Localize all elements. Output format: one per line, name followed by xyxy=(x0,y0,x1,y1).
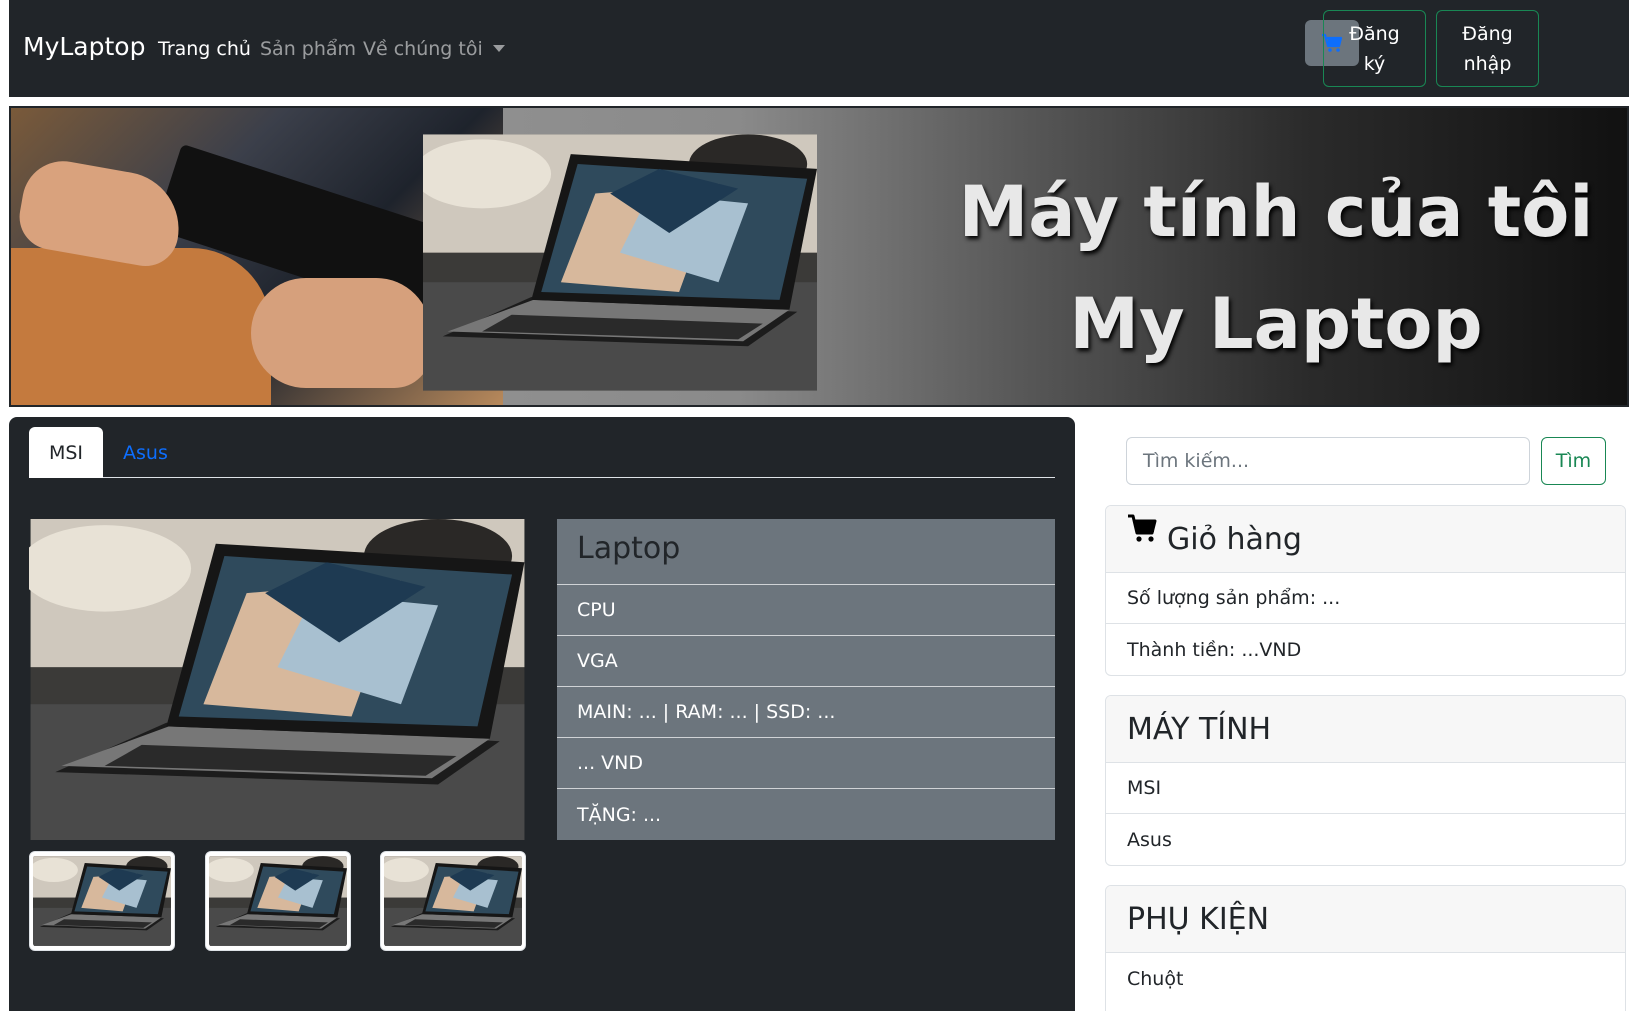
banner-line-1: Máy tính của tôi xyxy=(958,171,1594,253)
spec-gift: TẶNG: ... xyxy=(577,803,662,826)
banner-headline: Máy tính của tôi My Laptop xyxy=(931,156,1621,380)
product-thumbnail[interactable] xyxy=(29,851,175,951)
accessories-title: PHỤ KIỆN xyxy=(1106,886,1625,953)
computers-card: MÁY TÍNH MSI Asus xyxy=(1105,695,1626,866)
banner-laptop-image xyxy=(423,128,817,397)
cart-icon xyxy=(1128,514,1157,542)
product-thumbnail[interactable] xyxy=(380,851,526,951)
computers-title: MÁY TÍNH xyxy=(1106,696,1625,763)
hero-banner: Máy tính của tôi My Laptop xyxy=(9,106,1629,407)
nav-link-products[interactable]: Sản phẩm xyxy=(260,38,356,60)
search-input[interactable]: Tìm kiếm... xyxy=(1126,437,1530,485)
brand-tabs: MSI Asus xyxy=(29,427,1055,478)
cart-quantity: Số lượng sản phẩm: ... xyxy=(1106,573,1625,624)
spec-vga: VGA xyxy=(557,636,1055,687)
computers-item-msi[interactable]: MSI xyxy=(1106,763,1625,814)
login-button[interactable]: Đăng nhập xyxy=(1436,10,1539,87)
cart-title: Giỏ hàng xyxy=(1167,521,1302,557)
cart-total: Thành tiền: ...VND xyxy=(1127,638,1302,661)
spec-cpu: CPU xyxy=(557,585,1055,636)
nav-link-home[interactable]: Trang chủ xyxy=(158,38,251,60)
product-info-list: Laptop CPU VGA MAIN: ... | RAM: ... | SS… xyxy=(557,519,1055,840)
brand-logo[interactable]: MyLaptop xyxy=(23,32,145,61)
accessories-item-mouse[interactable]: Chuột xyxy=(1106,953,1625,1004)
computers-item-asus[interactable]: Asus xyxy=(1106,814,1625,865)
chevron-down-icon xyxy=(492,45,505,52)
register-button[interactable]: Đăng ký xyxy=(1323,10,1426,87)
product-thumbnail[interactable] xyxy=(205,851,351,951)
cart-card: Giỏ hàng Số lượng sản phẩm: ... Thành ti… xyxy=(1105,505,1626,676)
accessories-card: PHỤ KIỆN Chuột xyxy=(1105,885,1626,1011)
banner-line-2: My Laptop xyxy=(1069,283,1483,365)
spec-main-ram-ssd: MAIN: ... | RAM: ... | SSD: ... xyxy=(557,687,1055,738)
nav-link-about[interactable]: Về chúng tôi xyxy=(363,38,505,60)
product-main-image xyxy=(29,519,526,840)
tab-asus[interactable]: Asus xyxy=(123,427,188,478)
search-button[interactable]: Tìm xyxy=(1541,437,1606,485)
product-panel: MSI Asus Laptop CPU VGA MAIN: ... | RAM:… xyxy=(9,417,1075,1011)
navbar: MyLaptop Trang chủ Sản phẩm Về chúng tôi… xyxy=(9,0,1629,97)
product-title: Laptop xyxy=(557,519,1055,585)
spec-price: ... VND xyxy=(557,738,1055,789)
cart-card-header: Giỏ hàng xyxy=(1106,506,1625,573)
nav-link-about-label: Về chúng tôi xyxy=(363,38,483,60)
tab-msi[interactable]: MSI xyxy=(29,427,103,478)
